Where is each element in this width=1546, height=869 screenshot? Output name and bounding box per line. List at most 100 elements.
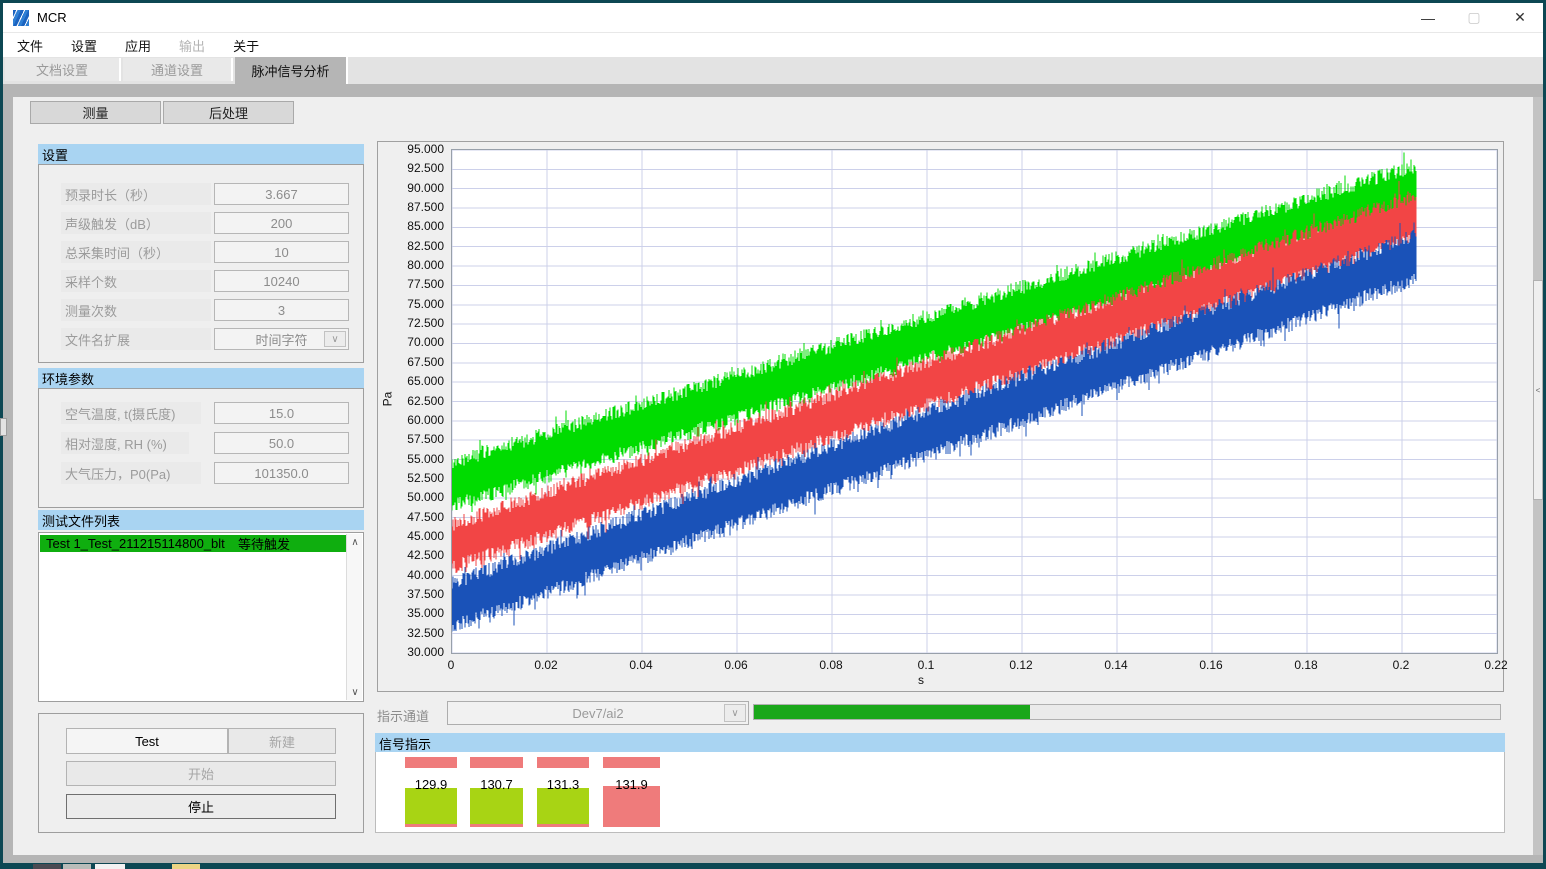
taskbar-icon-fragment — [33, 864, 61, 869]
meter-under-strip — [470, 824, 523, 827]
menu-bar: 文件 设置 应用 输出 关于 — [3, 32, 1543, 57]
file-list-row-selected[interactable]: Test 1_Test_211215114800_blt 等待触发 — [40, 535, 348, 552]
field-label-air-temp: 空气温度, t(摄氏度) — [61, 402, 201, 424]
y-tick-label: 45.000 — [378, 529, 444, 543]
indicator-channel-label: 指示通道 — [377, 706, 429, 725]
waveform-chart: Pa s 95.00092.50090.00087.50085.00082.50… — [377, 141, 1504, 692]
start-button[interactable]: 开始 — [66, 761, 336, 786]
progress-fill — [754, 705, 1030, 719]
menu-item-settings[interactable]: 设置 — [57, 36, 111, 55]
y-tick-label: 85.000 — [378, 219, 444, 233]
tab-document-settings[interactable]: 文档设置 — [5, 58, 121, 81]
filename-ext-dropdown[interactable]: 时间字符 ∨ — [214, 328, 349, 350]
new-button[interactable]: 新建 — [228, 728, 336, 754]
total-time-field[interactable]: 10 — [214, 241, 349, 263]
y-tick-label: 42.500 — [378, 548, 444, 562]
signal-meter-2: 130.7 — [470, 757, 523, 827]
meter-level-block — [405, 788, 457, 824]
y-tick-label: 52.500 — [378, 471, 444, 485]
splitter-collapse-handle[interactable]: < — [1533, 280, 1543, 500]
measure-count-field[interactable]: 3 — [214, 299, 349, 321]
chevron-down-icon[interactable]: ∨ — [724, 704, 746, 722]
app-logo-icon — [13, 10, 29, 26]
field-label-prerecord: 预录时长（秒） — [61, 183, 211, 205]
acquisition-progress-bar — [753, 704, 1501, 720]
close-button[interactable]: ✕ — [1497, 3, 1543, 32]
y-tick-label: 72.500 — [378, 316, 444, 330]
pressure-field[interactable]: 101350.0 — [214, 462, 349, 484]
y-tick-label: 70.000 — [378, 335, 444, 349]
field-label-sample-count: 采样个数 — [61, 270, 211, 292]
meter-peak-bar — [537, 757, 589, 768]
field-label-total-time: 总采集时间（秒） — [61, 241, 211, 263]
humidity-field[interactable]: 50.0 — [214, 432, 349, 454]
y-tick-label: 67.500 — [378, 355, 444, 369]
menu-item-output[interactable]: 输出 — [165, 36, 219, 55]
indicator-channel-value: Dev7/ai2 — [572, 706, 623, 721]
menu-item-apply[interactable]: 应用 — [111, 36, 165, 55]
menu-item-about[interactable]: 关于 — [219, 36, 273, 55]
signal-header: 信号指示 — [375, 733, 1505, 753]
y-tick-label: 32.500 — [378, 626, 444, 640]
tab-channel-settings[interactable]: 通道设置 — [123, 58, 233, 81]
x-tick-label: 0.16 — [1186, 658, 1236, 672]
y-tick-label: 80.000 — [378, 258, 444, 272]
tab-pulse-analysis[interactable]: 脉冲信号分析 — [235, 57, 348, 84]
y-tick-label: 35.000 — [378, 606, 444, 620]
scroll-down-icon[interactable]: ∨ — [347, 684, 363, 700]
y-tick-label: 92.500 — [378, 161, 444, 175]
x-tick-label: 0.08 — [806, 658, 856, 672]
maximize-button[interactable]: ▢ — [1451, 3, 1497, 32]
meter-level-block — [470, 788, 523, 824]
window-title: MCR — [37, 10, 67, 25]
menu-item-file[interactable]: 文件 — [3, 36, 57, 55]
indicator-channel-dropdown[interactable]: Dev7/ai2 ∨ — [447, 701, 749, 725]
file-status: 等待触发 — [238, 535, 290, 552]
x-tick-label: 0.2 — [1376, 658, 1426, 672]
meter-level-block — [603, 786, 660, 827]
measure-button[interactable]: 测量 — [30, 101, 161, 124]
tab-bar: 文档设置 通道设置 脉冲信号分析 — [3, 57, 1543, 84]
x-tick-label: 0.12 — [996, 658, 1046, 672]
x-tick-label: 0 — [426, 658, 476, 672]
y-tick-label: 50.000 — [378, 490, 444, 504]
waveform-traces — [452, 150, 1497, 653]
file-list-header: 测试文件列表 — [38, 510, 364, 530]
side-splitter: < — [1533, 97, 1543, 855]
prerecord-duration-field[interactable]: 3.667 — [214, 183, 349, 205]
signal-meter-4: 131.9 — [603, 757, 660, 827]
file-list-scrollbar[interactable]: ∧ ∨ — [346, 534, 362, 700]
signal-meter-1: 129.9 — [405, 757, 457, 827]
field-label-filename-ext: 文件名扩展 — [61, 328, 211, 350]
y-tick-label: 77.500 — [378, 277, 444, 291]
trigger-level-field[interactable]: 200 — [214, 212, 349, 234]
taskbar-icon-fragment — [95, 864, 125, 869]
plot-area — [451, 149, 1498, 654]
minimize-button[interactable]: — — [1405, 3, 1451, 32]
meter-value: 130.7 — [470, 777, 523, 791]
stop-button[interactable]: 停止 — [66, 794, 336, 819]
postprocess-button[interactable]: 后处理 — [163, 101, 294, 124]
x-tick-label: 0.22 — [1471, 658, 1521, 672]
taskbar-icon-fragment — [63, 864, 91, 869]
x-tick-label: 0.04 — [616, 658, 666, 672]
field-label-pressure: 大气压力，P0(Pa) — [61, 462, 201, 484]
meter-value: 131.9 — [603, 777, 660, 791]
x-tick-label: 0.06 — [711, 658, 761, 672]
filename-ext-value: 时间字符 — [255, 330, 307, 349]
meter-peak-bar — [603, 757, 660, 768]
run-controls-box: Test 新建 开始 停止 — [38, 713, 364, 833]
meter-value: 129.9 — [405, 777, 457, 791]
meter-value: 131.3 — [537, 777, 589, 791]
meter-under-strip — [537, 824, 589, 827]
air-temp-field[interactable]: 15.0 — [214, 402, 349, 424]
taskbar-strip — [0, 863, 1546, 869]
test-name-field[interactable]: Test — [66, 728, 228, 754]
chevron-down-icon[interactable]: ∨ — [324, 331, 346, 347]
title-bar: MCR — ▢ ✕ — [3, 3, 1543, 32]
y-tick-label: 95.000 — [378, 142, 444, 156]
y-tick-label: 55.000 — [378, 452, 444, 466]
left-collapse-handle[interactable] — [0, 418, 7, 436]
scroll-up-icon[interactable]: ∧ — [347, 534, 363, 550]
sample-count-field[interactable]: 10240 — [214, 270, 349, 292]
